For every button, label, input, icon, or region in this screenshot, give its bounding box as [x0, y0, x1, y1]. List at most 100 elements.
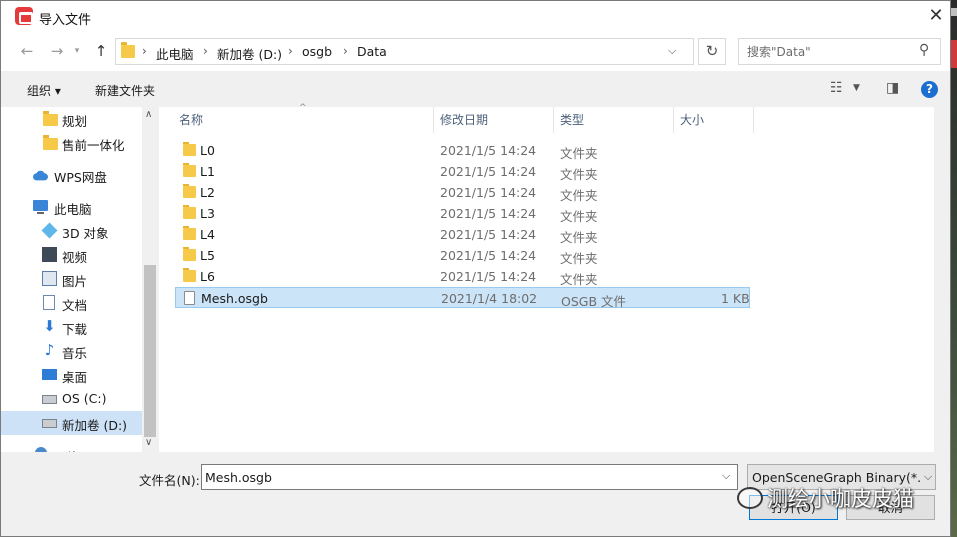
scroll-up-icon[interactable]: ∧: [145, 109, 152, 120]
back-arrow-icon[interactable]: ←: [17, 41, 37, 61]
chevron-right-icon[interactable]: ›: [343, 44, 348, 58]
new-folder-button[interactable]: 新建文件夹: [95, 82, 155, 99]
column-header-name[interactable]: 名称: [179, 107, 429, 133]
help-icon[interactable]: ?: [921, 81, 938, 98]
file-type: 文件夹: [560, 167, 598, 182]
sidebar-item-presales[interactable]: 售前一体化: [1, 131, 142, 155]
search-box[interactable]: ⚲: [738, 38, 941, 65]
file-row-l0[interactable]: L0 2021/1/5 14:24 文件夹: [175, 140, 750, 161]
watermark: 测绘小咖皮皮猫: [737, 483, 937, 513]
pictures-icon: [42, 271, 57, 286]
file-row-l4[interactable]: L4 2021/1/5 14:24 文件夹: [175, 224, 750, 245]
sidebar-item-label: 3D 对象: [62, 226, 109, 241]
file-row-l5[interactable]: L5 2021/1/5 14:24 文件夹: [175, 245, 750, 266]
file-list: ^ 名称 修改日期 类型 大小 L0 2021/1/5 14:24 文件夹 L1…: [159, 103, 934, 452]
preview-pane-icon[interactable]: ◨: [886, 80, 899, 96]
column-header-type[interactable]: 类型: [560, 107, 670, 133]
drive-icon: [42, 419, 57, 428]
sidebar-item-label: 文档: [62, 298, 88, 313]
refresh-button[interactable]: ↻: [698, 38, 726, 65]
search-input[interactable]: [747, 43, 907, 61]
computer-icon: [33, 200, 48, 214]
sidebar-item-music[interactable]: ♪ 音乐: [1, 339, 142, 363]
chevron-right-icon[interactable]: ›: [142, 44, 147, 58]
sidebar-item-drive-c[interactable]: OS (C:): [1, 387, 142, 411]
sidebar-item-label: 音乐: [62, 346, 88, 361]
music-icon: ♪: [44, 341, 55, 359]
view-options-icon[interactable]: ☷: [830, 80, 843, 96]
column-divider[interactable]: [673, 107, 674, 133]
column-header-date[interactable]: 修改日期: [440, 107, 550, 133]
organize-button[interactable]: 组织 ▾: [27, 82, 61, 99]
folder-icon: [121, 42, 135, 58]
sidebar-item-downloads[interactable]: ⬇ 下载: [1, 315, 142, 339]
close-button[interactable]: ✕: [923, 4, 949, 28]
sidebar-item-planning[interactable]: 规划: [1, 107, 142, 131]
forward-arrow-icon[interactable]: →: [47, 41, 67, 61]
desktop-icon: [42, 369, 57, 380]
sidebar-item-3d-objects[interactable]: 3D 对象: [1, 219, 142, 243]
navigation-scrollbar[interactable]: ∧ ∨: [142, 107, 158, 452]
file-row-l2[interactable]: L2 2021/1/5 14:24 文件夹: [175, 182, 750, 203]
sidebar-item-network[interactable]: 网络: [1, 443, 142, 452]
breadcrumb-osgb[interactable]: osgb: [302, 44, 332, 59]
file-name: L3: [200, 206, 215, 221]
sidebar-item-label: 视频: [62, 250, 88, 265]
folder-icon: [43, 111, 58, 126]
column-divider[interactable]: [433, 107, 434, 133]
file-date: 2021/1/5 14:24: [440, 206, 537, 221]
sidebar-item-this-pc[interactable]: 此电脑: [1, 195, 142, 219]
recent-dropdown-icon[interactable]: ▾: [67, 41, 87, 61]
address-bar[interactable]: › 此电脑 › 新加卷 (D:) › osgb › Data ⌵: [115, 38, 694, 65]
file-type: 文件夹: [560, 230, 598, 245]
up-arrow-icon[interactable]: ↑: [91, 41, 111, 61]
address-row: ← → ▾ ↑ › 此电脑 › 新加卷 (D:) › osgb › Data ⌵…: [1, 31, 950, 71]
sidebar-item-label: WPS网盘: [54, 170, 107, 185]
scrollbar-thumb[interactable]: [144, 265, 156, 437]
sidebar-item-desktop[interactable]: 桌面: [1, 363, 142, 387]
chevron-down-icon[interactable]: ⌵: [920, 470, 935, 484]
chevron-down-icon[interactable]: ▼: [853, 83, 860, 93]
sidebar-item-documents[interactable]: 文档: [1, 291, 142, 315]
sidebar-item-videos[interactable]: 视频: [1, 243, 142, 267]
file-row-l6[interactable]: L6 2021/1/5 14:24 文件夹: [175, 266, 750, 287]
sidebar-item-drive-d[interactable]: 新加卷 (D:): [1, 411, 142, 435]
file-date: 2021/1/5 14:24: [440, 185, 537, 200]
sidebar-item-pictures[interactable]: 图片: [1, 267, 142, 291]
chevron-right-icon[interactable]: ›: [288, 44, 293, 58]
chevron-down-icon[interactable]: ⌵: [668, 44, 676, 58]
file-name: L1: [200, 164, 215, 179]
filename-combobox[interactable]: ⌵: [201, 464, 738, 490]
documents-icon: [43, 295, 55, 310]
sidebar-item-label: 图片: [62, 274, 88, 289]
file-date: 2021/1/5 14:24: [440, 269, 537, 284]
cloud-icon: [33, 170, 48, 181]
breadcrumb-data[interactable]: Data: [357, 44, 387, 59]
chevron-down-icon[interactable]: ⌵: [722, 469, 730, 483]
chevron-right-icon[interactable]: ›: [203, 44, 208, 58]
file-row-l3[interactable]: L3 2021/1/5 14:24 文件夹: [175, 203, 750, 224]
folder-icon: [183, 184, 196, 198]
file-date: 2021/1/5 14:24: [440, 143, 537, 158]
file-name: L5: [200, 248, 215, 263]
breadcrumb-drive-d[interactable]: 新加卷 (D:): [217, 44, 282, 63]
navigation-pane: 规划 售前一体化 WPS网盘 此电脑 3D 对象 视频 图片 文档 ⬇ 下载 ♪…: [1, 107, 158, 452]
sidebar-item-label: 此电脑: [54, 202, 92, 217]
filename-input[interactable]: [205, 469, 705, 486]
column-divider[interactable]: [553, 107, 554, 133]
file-list-scrollbar[interactable]: [934, 107, 950, 452]
breadcrumb-this-pc[interactable]: 此电脑: [156, 44, 194, 63]
search-icon[interactable]: ⚲: [919, 42, 929, 58]
file-name: L0: [200, 143, 215, 158]
file-type: 文件夹: [560, 209, 598, 224]
drive-icon: [42, 395, 57, 404]
file-row-mesh-osgb[interactable]: Mesh.osgb 2021/1/4 18:02 OSGB 文件 1 KB: [175, 287, 750, 309]
column-header-size[interactable]: 大小: [680, 107, 750, 133]
desktop-fragment: [951, 40, 957, 68]
sidebar-item-wps-cloud[interactable]: WPS网盘: [1, 163, 142, 187]
file-row-l1[interactable]: L1 2021/1/5 14:24 文件夹: [175, 161, 750, 182]
scroll-down-icon[interactable]: ∨: [145, 437, 152, 448]
download-icon: ⬇: [43, 317, 56, 335]
title-bar: 导入文件 ✕: [1, 1, 950, 31]
column-divider[interactable]: [753, 107, 754, 133]
